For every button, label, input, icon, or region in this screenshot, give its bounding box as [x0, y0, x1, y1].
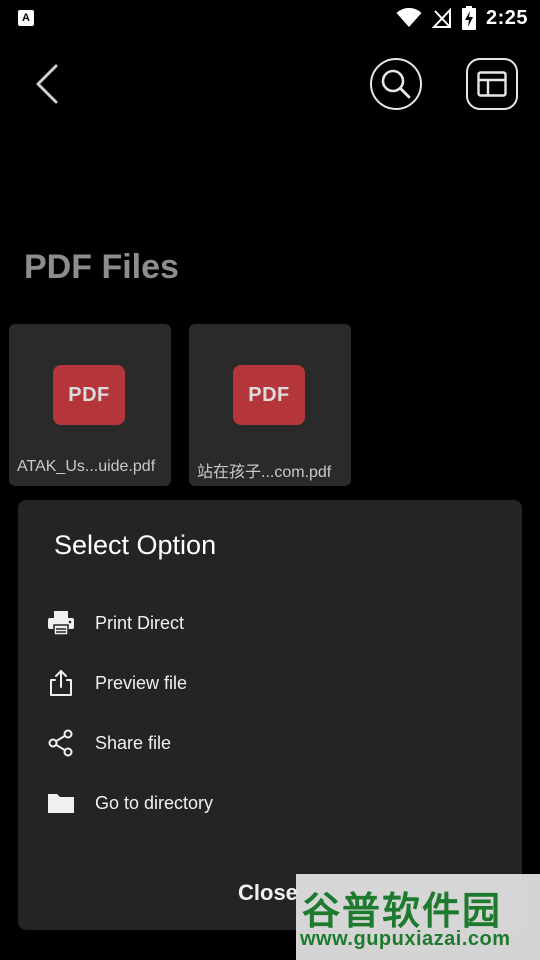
- share-icon: [46, 728, 76, 758]
- sheet-title: Select Option: [54, 530, 216, 561]
- folder-icon: [46, 788, 76, 818]
- chevron-left-icon: [28, 58, 68, 110]
- option-share-file[interactable]: Share file: [18, 715, 522, 771]
- select-option-sheet: Select Option Print Direct Preview file: [18, 500, 522, 930]
- file-card[interactable]: PDF 站在孩子...com.pdf: [189, 324, 351, 486]
- watermark-url: www.gupuxiazai.com: [300, 928, 536, 951]
- upload-icon: [46, 668, 76, 698]
- no-signal-icon: [432, 7, 452, 29]
- pdf-file-icon: PDF: [233, 365, 305, 425]
- search-icon: [380, 68, 412, 100]
- status-icons: 2:25: [396, 6, 528, 30]
- file-name: ATAK_Us...uide.pdf: [17, 458, 167, 476]
- app-notification-icon: A: [18, 10, 34, 26]
- back-button[interactable]: [28, 58, 68, 110]
- watermark: 谷普软件园 www.gupuxiazai.com: [296, 874, 540, 960]
- option-label: Go to directory: [95, 793, 213, 814]
- pdf-file-icon: PDF: [53, 365, 125, 425]
- option-label: Share file: [95, 733, 171, 754]
- close-button[interactable]: Close: [238, 880, 298, 906]
- option-go-to-directory[interactable]: Go to directory: [18, 775, 522, 831]
- battery-charging-icon: [462, 6, 476, 30]
- file-card[interactable]: PDF ATAK_Us...uide.pdf: [9, 324, 171, 486]
- page-title: PDF Files: [24, 248, 179, 287]
- layout-icon: [477, 71, 507, 97]
- file-name: 站在孩子...com.pdf: [197, 458, 347, 482]
- option-preview-file[interactable]: Preview file: [18, 655, 522, 711]
- option-label: Print Direct: [95, 613, 184, 634]
- watermark-title: 谷普软件园: [302, 880, 534, 935]
- printer-icon: [46, 608, 76, 638]
- status-time: 2:25: [486, 7, 528, 30]
- search-button[interactable]: [370, 58, 422, 110]
- option-label: Preview file: [95, 673, 187, 694]
- status-bar: A 2:25: [0, 0, 540, 36]
- option-print-direct[interactable]: Print Direct: [18, 595, 522, 651]
- layout-toggle-button[interactable]: [466, 58, 518, 110]
- wifi-icon: [396, 8, 422, 28]
